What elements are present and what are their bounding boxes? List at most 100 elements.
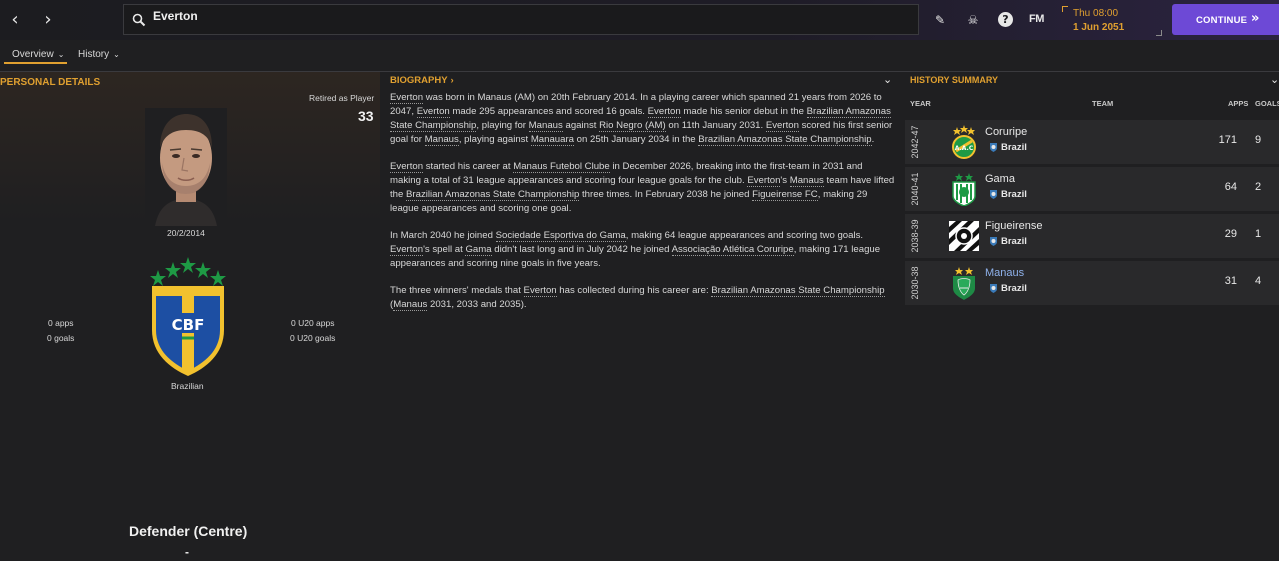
tab-history[interactable]: History ⌄	[78, 49, 120, 60]
search-input[interactable]: Everton	[123, 4, 919, 35]
bio-text: made 295 appearances and scored 16 goals…	[449, 106, 648, 117]
top-bar: ‹ › Everton ✎ ☠ ? FM Thu 08:00 1 Jun 205…	[0, 0, 1279, 40]
team-nation[interactable]: Brazil	[1001, 142, 1027, 153]
bio-link[interactable]: Everton	[647, 106, 681, 118]
bio-text: 2031, 2033 and 2035).	[427, 299, 527, 310]
gama-crest-icon[interactable]	[948, 172, 980, 206]
history-goals: 4	[1255, 275, 1262, 287]
team-name[interactable]: Gama	[985, 173, 1015, 185]
history-goals: 1	[1255, 228, 1262, 240]
date-of-birth: 20/2/2014	[167, 228, 205, 238]
history-year: 2030-38	[910, 266, 920, 300]
team-nation[interactable]: Brazil	[1001, 283, 1027, 294]
tab-overview[interactable]: Overview ⌄	[12, 49, 64, 60]
help-icon[interactable]: ?	[998, 12, 1013, 27]
game-date[interactable]: 1 Jun 2051	[1073, 22, 1124, 33]
bio-link[interactable]: Everton	[390, 161, 424, 173]
history-summary-title[interactable]: HISTORY SUMMARY	[910, 75, 998, 85]
bio-link[interactable]: Everton	[390, 92, 424, 104]
bio-link[interactable]: Manaus Futebol Clube	[513, 161, 610, 173]
forward-arrow-icon[interactable]: ›	[38, 9, 58, 31]
bio-link[interactable]: Manaus	[789, 175, 824, 187]
bio-text: The three winners' medals that	[390, 285, 524, 296]
bio-text: .	[871, 134, 875, 145]
bio-link[interactable]: Sociedade Esportiva do Gama	[495, 230, 626, 242]
player-portrait	[145, 108, 227, 226]
figueirense-crest-icon[interactable]	[948, 219, 980, 253]
personal-details-title: PERSONAL DETAILS	[0, 77, 101, 88]
search-value: Everton	[153, 9, 198, 23]
history-goals: 2	[1255, 181, 1262, 193]
bio-link[interactable]: Figueirense FC	[752, 189, 818, 201]
tab-history-label: History	[78, 49, 110, 60]
continue-label: CONTINUE	[1196, 15, 1248, 26]
bio-link[interactable]: Everton	[523, 285, 557, 297]
history-row[interactable]: 2040-41 Gama Brazil 64 2	[905, 167, 1279, 211]
bio-text: 's spell at	[423, 244, 466, 255]
continue-button[interactable]: CONTINUE »	[1172, 4, 1279, 35]
bio-link[interactable]: Manauara	[530, 134, 575, 146]
search-icon	[132, 13, 146, 27]
bio-link[interactable]: Associação Atlética Coruripe	[671, 244, 794, 256]
brazil-flag-icon	[990, 143, 997, 152]
international-apps: 0 apps	[48, 318, 74, 328]
history-row[interactable]: 2038-39 Figueirense Brazil 29 1	[905, 214, 1279, 258]
biography-paragraph: The three winners' medals that Everton h…	[390, 284, 895, 312]
active-tab-indicator	[4, 62, 67, 64]
back-arrow-icon[interactable]: ‹	[5, 9, 25, 31]
biography-text: Everton was born in Manaus (AM) on 20th …	[390, 91, 895, 325]
bio-link[interactable]: Manaus	[393, 299, 428, 311]
coruripe-crest-icon[interactable]: A.A.C	[948, 125, 980, 159]
team-name[interactable]: Manaus	[985, 267, 1024, 279]
bio-text: three times. In February 2038 he joined	[579, 189, 753, 200]
cbf-letters: CBF	[172, 316, 205, 334]
skull-icon[interactable]: ☠	[964, 11, 982, 29]
bio-text: made his senior debut in the	[680, 106, 807, 117]
team-nation[interactable]: Brazil	[1001, 189, 1027, 200]
edit-pencil-icon[interactable]: ✎	[931, 11, 949, 29]
manaus-crest-icon[interactable]	[948, 266, 980, 300]
bio-link[interactable]: Brazilian Amazonas State Championship	[698, 134, 872, 146]
bio-link[interactable]: Brazilian Amazonas State Championship	[406, 189, 580, 201]
team-name[interactable]: Figueirense	[985, 220, 1042, 232]
history-year: 2042-47	[910, 125, 920, 159]
col-goals-header[interactable]: GOALS	[1255, 99, 1279, 108]
player-age: 33	[358, 108, 374, 124]
date-corner-accent	[1062, 6, 1068, 12]
bio-link[interactable]: Everton	[416, 106, 450, 118]
fm-logo[interactable]: FM	[1029, 13, 1044, 25]
history-row[interactable]: 2030-38 Manaus Brazil 31 4	[905, 261, 1279, 305]
international-goals: 0 goals	[47, 333, 75, 343]
bio-link[interactable]: Manaus	[424, 134, 459, 146]
double-chevron-right-icon: »	[1251, 11, 1260, 26]
history-year: 2040-41	[910, 172, 920, 206]
bio-text: started his career at	[423, 161, 514, 172]
col-team-header[interactable]: TEAM	[1092, 99, 1113, 108]
retired-label: Retired as Player	[309, 93, 375, 103]
biography-paragraph: In March 2040 he joined Sociedade Esport…	[390, 229, 895, 271]
bio-link[interactable]: Manaus	[528, 120, 563, 132]
col-year-header[interactable]: YEAR	[910, 99, 931, 108]
bio-link[interactable]: Everton	[747, 175, 781, 187]
nationality: Brazilian	[171, 381, 204, 391]
history-row[interactable]: 2042-47 A.A.C Coruripe Brazil 171 9	[905, 120, 1279, 164]
cbf-crest-icon[interactable]: CBF	[142, 256, 234, 380]
history-apps: 64	[1224, 181, 1237, 193]
chevron-down-icon[interactable]: ⌄	[1270, 73, 1279, 86]
biography-title-label: BIOGRAPHY	[390, 75, 448, 86]
bio-link[interactable]: Brazilian Amazonas State Championship	[711, 285, 885, 297]
team-nation[interactable]: Brazil	[1001, 236, 1027, 247]
game-time[interactable]: Thu 08:00	[1073, 8, 1118, 19]
u20-goals: 0 U20 goals	[290, 333, 336, 343]
bio-link[interactable]: Gama	[465, 244, 492, 256]
bio-text: has collected during his career are:	[556, 285, 712, 296]
team-name[interactable]: Coruripe	[985, 126, 1027, 138]
chevron-down-icon[interactable]: ⌄	[883, 73, 892, 86]
biography-title[interactable]: BIOGRAPHY ›	[390, 75, 454, 86]
bio-link[interactable]: Rio Negro (AM)	[599, 120, 666, 132]
bio-text: 's	[780, 175, 790, 186]
bio-link[interactable]: Everton	[390, 244, 424, 256]
chevron-down-icon: ⌄	[57, 50, 65, 59]
bio-link[interactable]: Everton	[765, 120, 799, 132]
col-apps-header[interactable]: APPS	[1228, 99, 1248, 108]
